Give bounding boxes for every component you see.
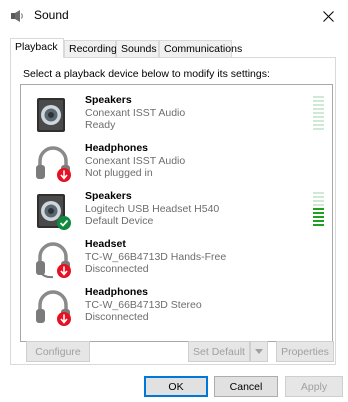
device-driver: Logitech USB Headset H540: [85, 203, 220, 215]
device-status: Disconnected: [85, 311, 149, 323]
device-driver: TC-W_66B4713D Hands-Free: [85, 251, 227, 263]
device-name: Headphones: [85, 142, 149, 154]
apply-button[interactable]: Apply: [285, 376, 343, 397]
device-list[interactable]: Speakers Conexant ISST Audio Ready Headp…: [20, 84, 333, 342]
headphones-icon: [36, 146, 71, 182]
device-item[interactable]: Headphones TC-W_66B4713D Stereo Disconne…: [21, 283, 332, 329]
headphones-icon: [36, 290, 71, 326]
default-check-badge: [57, 216, 71, 230]
configure-button[interactable]: Configure: [26, 341, 90, 362]
set-default-button[interactable]: Set Default: [188, 341, 250, 362]
device-status: Disconnected: [85, 263, 149, 275]
device-name: Headset: [85, 238, 126, 250]
speaker-icon: [37, 98, 65, 132]
close-icon: [322, 10, 334, 22]
title-bar: Sound: [0, 0, 348, 32]
speaker-icon: [37, 194, 71, 230]
instruction-text: Select a playback device below to modify…: [23, 68, 270, 80]
device-item[interactable]: Speakers Conexant ISST Audio Ready: [21, 91, 332, 137]
cancel-button[interactable]: Cancel: [214, 376, 278, 397]
device-status: Not plugged in: [85, 167, 153, 179]
window-title: Sound: [34, 8, 69, 22]
device-status: Default Device: [85, 215, 154, 227]
device-driver: TC-W_66B4713D Stereo: [85, 299, 202, 311]
device-item[interactable]: Speakers Logitech USB Headset H540 Defau…: [21, 187, 332, 233]
set-default-dropdown[interactable]: [250, 341, 268, 362]
device-driver: Conexant ISST Audio: [85, 155, 186, 167]
headset-icon: [36, 242, 71, 279]
speaker-icon: [11, 10, 23, 22]
properties-button[interactable]: Properties: [276, 341, 334, 362]
tab-recording[interactable]: Recording: [64, 40, 117, 57]
chevron-down-icon: [255, 349, 263, 354]
device-name: Headphones: [85, 286, 149, 298]
volume-meter: [313, 192, 324, 226]
tab-playback[interactable]: Playback: [10, 38, 64, 58]
ok-button[interactable]: OK: [144, 376, 208, 397]
device-driver: Conexant ISST Audio: [85, 107, 186, 119]
device-item[interactable]: Headphones Conexant ISST Audio Not plugg…: [21, 139, 332, 185]
close-button[interactable]: [308, 0, 348, 32]
device-status: Ready: [85, 119, 116, 131]
volume-meter: [313, 96, 324, 130]
tab-communications[interactable]: Communications: [159, 40, 242, 57]
device-name: Speakers: [85, 190, 132, 202]
tab-sounds[interactable]: Sounds: [116, 40, 159, 57]
device-item[interactable]: Headset TC-W_66B4713D Hands-Free Disconn…: [21, 235, 332, 281]
device-name: Speakers: [85, 94, 132, 106]
